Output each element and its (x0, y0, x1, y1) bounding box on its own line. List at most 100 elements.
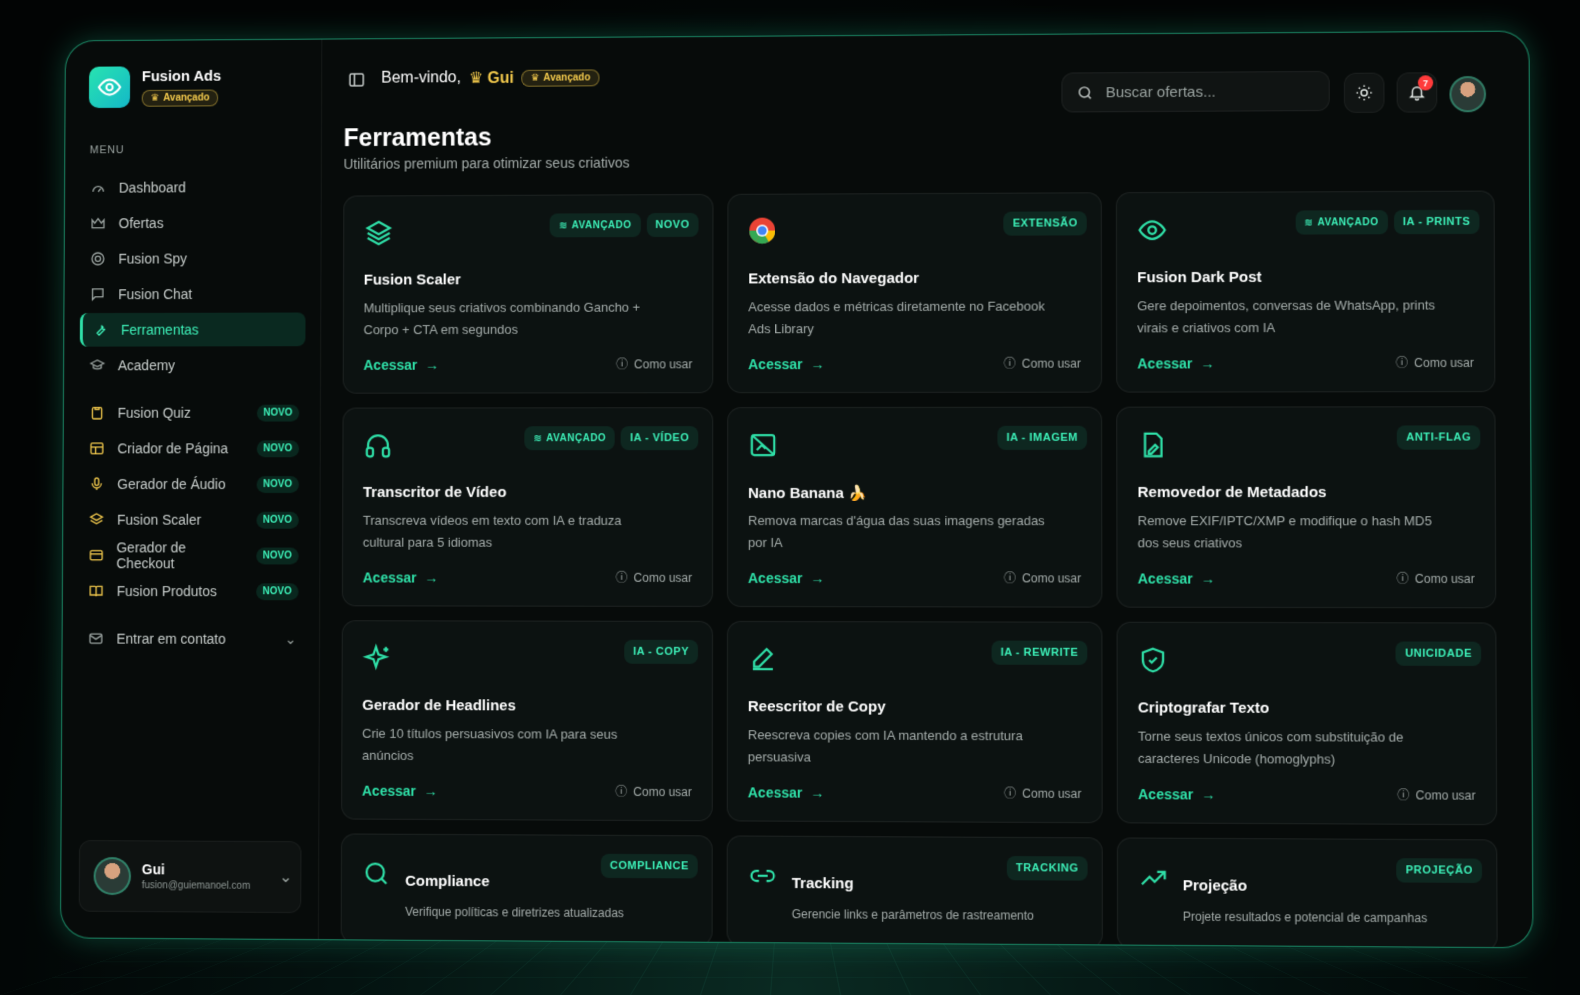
access-link[interactable]: Acessar → (1137, 355, 1214, 371)
card-title: Gerador de Headlines (362, 696, 516, 715)
sidebar-item-gerador-audio[interactable]: Gerador de Áudio NOVO (79, 467, 305, 501)
help-link[interactable]: ⓘ Como usar (616, 355, 692, 372)
sidebar-item-label: Gerador de Áudio (117, 476, 226, 492)
nav-separator (80, 384, 306, 396)
menu-label: MENU (89, 144, 125, 157)
sidebar-item-label: Fusion Scaler (117, 511, 202, 528)
access-link[interactable]: Acessar → (363, 357, 439, 373)
tool-card-tracking[interactable]: TRACKING Tracking Gerencie links e parâm… (726, 835, 1103, 949)
sidebar-item-gerador-checkout[interactable]: Gerador de Checkout NOVO (79, 538, 305, 572)
chrome-icon (748, 217, 778, 247)
layers-icon: ≋ (558, 219, 568, 231)
help-link[interactable]: ⓘ Como usar (1396, 354, 1474, 371)
tool-card-fusion-dark-post[interactable]: ≋ AVANÇADO IA - PRINTS Fusion Dark Post G… (1115, 190, 1496, 393)
access-link[interactable]: Acessar → (1138, 570, 1215, 586)
access-link[interactable]: Acessar → (362, 783, 438, 799)
tag-badge: ≋ AVANÇADO (550, 213, 641, 238)
tool-card-compliance[interactable]: COMPLIANCE Compliance Verifique política… (340, 833, 713, 946)
sidebar-item-fusion-quiz[interactable]: Fusion Quiz NOVO (79, 396, 305, 430)
theme-toggle-button[interactable] (1343, 72, 1385, 113)
tag-badge: UNICIDADE (1395, 641, 1482, 666)
card-description: Verifique políticas e diretrizes atualiz… (405, 904, 624, 921)
help-link[interactable]: ⓘ Como usar (1004, 784, 1081, 801)
sidebar-item-label: Ofertas (118, 215, 164, 232)
sidebar-item-contact[interactable]: Entrar em contato ⌄ (78, 622, 304, 656)
help-link[interactable]: ⓘ Como usar (1397, 570, 1475, 587)
sidebar: Fusion Ads ♛ Avançado MENU Dashboard Ofe… (60, 39, 323, 940)
plan-label: Avançado (163, 92, 210, 104)
help-link[interactable]: ⓘ Como usar (1004, 355, 1081, 372)
welcome-message: Bem-vindo, ♛ Gui ♛ Avançado (381, 67, 600, 88)
sidebar-item-dashboard[interactable]: Dashboard (81, 170, 306, 205)
sidebar-item-fusion-chat[interactable]: Fusion Chat (80, 277, 306, 311)
shield-check-icon (1138, 645, 1168, 675)
access-link[interactable]: Acessar → (363, 570, 439, 586)
crown-icon: ♛ (150, 92, 160, 104)
sidebar-item-label: Criador de Página (117, 440, 229, 457)
card-description: Gerencie links e parâmetros de rastreame… (791, 907, 1034, 923)
help-link[interactable]: ⓘ Como usar (1004, 569, 1081, 586)
crown-icon (89, 214, 107, 232)
card-title: Removedor de Metadados (1137, 483, 1327, 502)
sidebar-item-ofertas[interactable]: Ofertas (80, 206, 306, 240)
layers-icon: ≋ (1304, 216, 1314, 229)
user-name: Gui (141, 861, 165, 878)
tool-card-gerador-headlines[interactable]: IA - COPY Gerador de Headlines Crie 10 t… (341, 620, 713, 822)
tag-badge: PROJEÇÃO (1396, 858, 1483, 883)
sidebar-item-label: Fusion Spy (118, 250, 188, 267)
tool-card-reescritor-copy[interactable]: IA - REWRITE Reescritor de Copy Reescrev… (726, 620, 1103, 824)
avatar[interactable] (1449, 75, 1487, 113)
sidebar-item-criador-pagina[interactable]: Criador de Página NOVO (79, 431, 305, 465)
access-link[interactable]: Acessar → (748, 570, 824, 586)
tool-card-removedor-metadados[interactable]: ANTI-FLAG Removedor de Metadados Remove … (1116, 406, 1497, 609)
sidebar-item-fusion-spy[interactable]: Fusion Spy (80, 241, 306, 275)
question-icon: ⓘ (1003, 571, 1016, 586)
sidebar-toggle-icon[interactable] (348, 71, 366, 89)
access-link[interactable]: Acessar → (748, 356, 824, 372)
tool-card-fusion-scaler[interactable]: ≋ AVANÇADO NOVO Fusion Scaler Multiplique… (342, 193, 714, 394)
access-link[interactable]: Acessar → (748, 784, 825, 800)
sidebar-item-academy[interactable]: Academy (80, 348, 306, 382)
tool-card-nano-banana[interactable]: IA - IMAGEM Nano Banana 🍌 Remova marcas … (726, 406, 1103, 608)
tool-card-extensao-navegador[interactable]: EXTENSÃO Extensão do Navegador Acesse da… (727, 192, 1103, 394)
help-label: Como usar (1414, 355, 1474, 370)
card-description: Projete resultados e potencial de campan… (1182, 909, 1428, 926)
arrow-right-icon: → (424, 569, 439, 586)
tool-card-criptografar-texto[interactable]: UNICIDADE Criptografar Texto Torne seus … (1116, 621, 1498, 826)
sparkles-icon (362, 643, 392, 673)
layout-icon (88, 440, 106, 458)
sidebar-item-fusion-scaler[interactable]: Fusion Scaler NOVO (79, 503, 305, 537)
question-icon: ⓘ (616, 357, 629, 372)
sidebar-item-ferramentas[interactable]: Ferramentas (79, 312, 306, 347)
help-link[interactable]: ⓘ Como usar (616, 569, 692, 586)
tag-badge: IA - VÍDEO (621, 426, 699, 451)
access-label: Acessar (1137, 355, 1193, 372)
sidebar-item-label: Fusion Quiz (117, 404, 191, 421)
file-edit-icon (1137, 430, 1167, 460)
layers-icon (88, 511, 106, 529)
chat-icon (89, 285, 107, 303)
layers-icon: ≋ (533, 432, 543, 444)
notifications-button[interactable]: 7 (1396, 72, 1438, 113)
arrow-right-icon: → (810, 356, 825, 373)
search-input[interactable]: Buscar ofertas... (1061, 70, 1330, 113)
card-description: Transcreva vídeos em texto com IA e trad… (362, 512, 622, 550)
brand[interactable]: Fusion Ads ♛ Avançado (88, 66, 221, 109)
card-tags: ≋ AVANÇADO NOVO (550, 212, 699, 238)
tool-card-projecao[interactable]: PROJEÇÃO Projeção Projete resultados e p… (1116, 837, 1498, 949)
access-link[interactable]: Acessar → (1138, 786, 1216, 803)
trending-up-icon (1138, 863, 1168, 893)
card-description: Acesse dados e métricas diretamente no F… (748, 298, 1045, 337)
help-link[interactable]: ⓘ Como usar (1397, 786, 1475, 804)
tool-card-transcritor-video[interactable]: ≋ AVANÇADO IA - VÍDEO Transcritor de Víde… (341, 407, 714, 607)
user-menu[interactable]: Gui fusion@guiemanoel.com ⌄ (78, 840, 302, 914)
tag-badge: COMPLIANCE (600, 853, 698, 879)
layers-icon (364, 218, 394, 248)
card-tags: UNICIDADE (1395, 641, 1482, 666)
sidebar-item-fusion-produtos[interactable]: Fusion Produtos NOVO (78, 574, 304, 608)
headphones-icon (363, 430, 393, 460)
access-label: Acessar (362, 569, 417, 586)
checkout-icon (87, 546, 104, 564)
tools-grid: ≋ AVANÇADO NOVO Fusion Scaler Multiplique… (340, 190, 1498, 949)
help-link[interactable]: ⓘ Como usar (615, 783, 692, 800)
